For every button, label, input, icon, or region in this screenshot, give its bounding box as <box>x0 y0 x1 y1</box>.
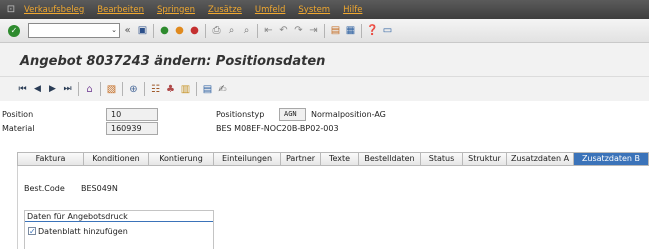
positionstyp-label: Positionstyp <box>216 110 265 119</box>
find-icon[interactable]: ⌕ <box>225 24 238 37</box>
header-icon[interactable]: ⌂ <box>83 83 96 96</box>
position-field[interactable]: 10 <box>106 108 158 121</box>
separator <box>196 82 197 96</box>
tab-status[interactable]: Status <box>421 153 463 165</box>
menu-verkaufsbeleg[interactable]: Verkaufsbeleg <box>24 5 84 15</box>
item-details-icon[interactable]: ♣ <box>164 83 177 96</box>
title-bar: Angebot 8037243 ändern: Positionsdaten <box>0 43 649 77</box>
datenblatt-checkbox-label[interactable]: Datenblatt hinzufügen <box>38 227 128 236</box>
tab-zusatzdaten-b[interactable]: Zusatzdaten B <box>574 153 648 165</box>
menu-bearbeiten[interactable]: Bearbeiten <box>97 5 144 15</box>
cancel-icon[interactable]: ● <box>188 24 201 37</box>
status-icon[interactable]: ▤ <box>201 83 214 96</box>
menu-umfeld[interactable]: Umfeld <box>255 5 285 15</box>
datenblatt-checkbox[interactable]: ✓ <box>28 227 36 236</box>
chevron-down-icon[interactable]: ⌄ <box>111 24 117 37</box>
separator <box>78 82 79 96</box>
new-session-icon[interactable]: ▤ <box>329 24 342 37</box>
separator <box>324 23 325 38</box>
next-item-icon[interactable]: ▶ <box>46 83 59 96</box>
tab-kontierung[interactable]: Kontierung <box>149 153 214 165</box>
tab-zusatzdaten-a[interactable]: Zusatzdaten A <box>507 153 574 165</box>
separator <box>144 82 145 96</box>
last-item-icon[interactable]: ⏭ <box>61 83 74 96</box>
standard-toolbar: ✓ ⌄ « ▣ ● ● ● ⎙ ⌕ ⌕ ⇤ ↶ ↷ ⇥ ▤ ▦ ❓ ▭ <box>0 19 649 43</box>
position-label: Position <box>2 110 34 119</box>
best-code-label: Best.Code <box>24 184 65 193</box>
group-title: Daten für Angebotsdruck <box>27 212 128 221</box>
separator <box>257 23 258 38</box>
previous-item-icon[interactable]: ◀ <box>31 83 44 96</box>
positionstyp-text: Normalposition-AG <box>311 110 386 119</box>
tab-texte[interactable]: Texte <box>321 153 359 165</box>
item-overview-icon[interactable]: ☷ <box>149 83 162 96</box>
separator <box>153 23 154 38</box>
next-page-icon[interactable]: ↷ <box>292 24 305 37</box>
separator <box>205 23 206 38</box>
command-input[interactable] <box>29 24 107 37</box>
save-icon[interactable]: ▣ <box>136 24 149 37</box>
first-page-icon[interactable]: ⇤ <box>262 24 275 37</box>
layout-icon[interactable]: ▭ <box>381 24 394 37</box>
menu-system[interactable]: System <box>298 5 330 15</box>
back-icon[interactable]: ● <box>158 24 171 37</box>
tab-bestelldaten[interactable]: Bestelldaten <box>359 153 421 165</box>
first-item-icon[interactable]: ⏮ <box>16 83 29 96</box>
tab-einteilungen[interactable]: Einteilungen <box>214 153 281 165</box>
group-title-underline <box>25 221 213 222</box>
print-icon[interactable]: ⎙ <box>210 24 223 37</box>
sap-menu-icon[interactable]: ⊡ <box>6 4 16 15</box>
positionstyp-field[interactable]: AGN <box>279 108 306 121</box>
item-conditions-icon[interactable]: ▥ <box>179 83 192 96</box>
tab-konditionen[interactable]: Konditionen <box>84 153 149 165</box>
menu-bar: ⊡ Verkaufsbeleg Bearbeiten Springen Zusä… <box>0 0 649 19</box>
material-label: Material <box>2 124 35 133</box>
collapse-icon[interactable]: « <box>121 24 134 37</box>
tab-partner[interactable]: Partner <box>281 153 321 165</box>
prev-page-icon[interactable]: ↶ <box>277 24 290 37</box>
menu-zusaetze[interactable]: Zusätze <box>208 5 242 15</box>
page-title: Angebot 8037243 ändern: Positionsdaten <box>20 54 326 69</box>
material-text: BES M08EF-NOC20B-BP02-003 <box>216 124 339 133</box>
sales-document-icon[interactable]: ▧ <box>105 83 118 96</box>
signature-icon[interactable]: ✍ <box>216 83 229 96</box>
find-next-icon[interactable]: ⌕ <box>240 24 253 37</box>
display-document-flow-icon[interactable]: ⊕ <box>127 83 140 96</box>
help-icon[interactable]: ❓ <box>366 24 379 37</box>
tab-struktur[interactable]: Struktur <box>463 153 507 165</box>
separator <box>361 23 362 38</box>
menu-springen[interactable]: Springen <box>157 5 195 15</box>
separator <box>122 82 123 96</box>
best-code-value: BES049N <box>81 184 118 193</box>
last-page-icon[interactable]: ⇥ <box>307 24 320 37</box>
tab-strip: Faktura Konditionen Kontierung Einteilun… <box>17 152 649 166</box>
shortcut-icon[interactable]: ▦ <box>344 24 357 37</box>
application-toolbar: ⏮ ◀ ▶ ⏭ ⌂ ▧ ⊕ ☷ ♣ ▥ ▤ ✍ <box>0 77 649 101</box>
command-field[interactable]: ⌄ <box>28 23 120 38</box>
separator <box>100 82 101 96</box>
menu-hilfe[interactable]: Hilfe <box>343 5 362 15</box>
material-field[interactable]: 160939 <box>106 122 158 135</box>
tab-faktura[interactable]: Faktura <box>18 153 84 165</box>
enter-icon[interactable]: ✓ <box>8 24 20 37</box>
exit-icon[interactable]: ● <box>173 24 186 37</box>
